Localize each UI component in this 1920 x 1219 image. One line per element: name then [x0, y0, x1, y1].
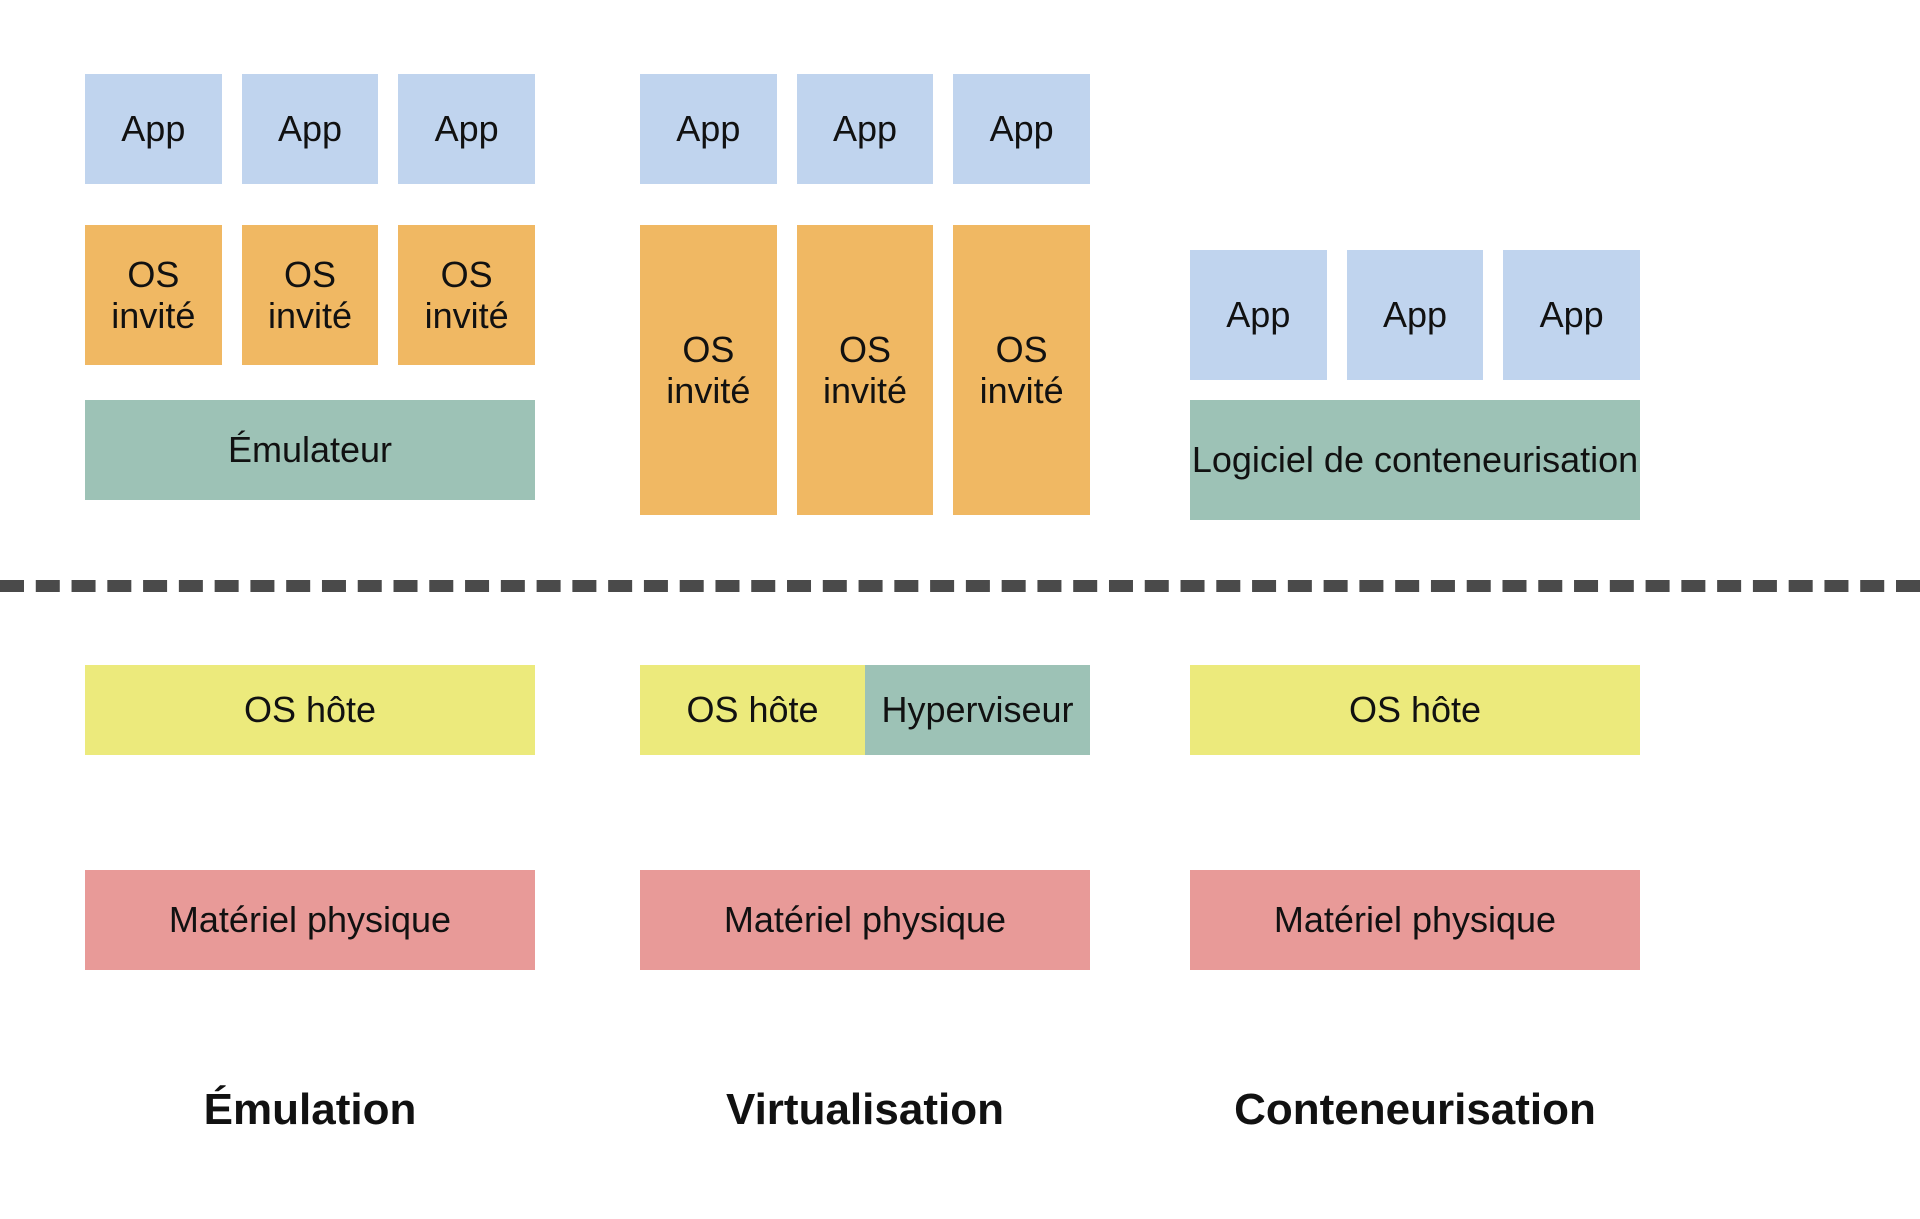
- virtualization-host-row: OS hôte Hyperviseur: [640, 665, 1090, 755]
- app-box: App: [1347, 250, 1484, 380]
- guest-os-box: OS invité: [640, 225, 777, 515]
- emulation-host-row: OS hôte: [85, 665, 535, 755]
- app-box: App: [1190, 250, 1327, 380]
- hypervisor-box: Hyperviseur: [865, 665, 1090, 755]
- app-box: App: [797, 74, 934, 184]
- guest-os-box: OS invité: [242, 225, 379, 365]
- virtualization-guest-row: OS invité OS invité OS invité: [640, 225, 1090, 515]
- emulator-row: Émulateur: [85, 400, 535, 500]
- virtualization-title: Virtualisation: [640, 1085, 1090, 1135]
- containerization-host-row: OS hôte: [1190, 665, 1640, 755]
- host-os-box: OS hôte: [1190, 665, 1640, 755]
- host-os-box: OS hôte: [85, 665, 535, 755]
- containerization-title: Conteneurisation: [1190, 1085, 1640, 1135]
- app-box: App: [640, 74, 777, 184]
- emulation-title: Émulation: [85, 1085, 535, 1135]
- hardware-box: Matériel physique: [1190, 870, 1640, 970]
- diagram-canvas: App App App OS invité OS invité OS invit…: [0, 0, 1920, 1219]
- containerization-hw-row: Matériel physique: [1190, 870, 1640, 970]
- emulation-apps-row: App App App: [85, 74, 535, 184]
- app-box: App: [398, 74, 535, 184]
- container-software-box: Logiciel de conteneurisation: [1190, 400, 1640, 520]
- guest-os-box: OS invité: [398, 225, 535, 365]
- guest-os-box: OS invité: [953, 225, 1090, 515]
- hardware-box: Matériel physique: [640, 870, 1090, 970]
- hardware-box: Matériel physique: [85, 870, 535, 970]
- containerization-apps-row: App App App: [1190, 250, 1640, 380]
- virtualization-apps-row: App App App: [640, 74, 1090, 184]
- app-box: App: [953, 74, 1090, 184]
- divider-dashed: [0, 580, 1920, 592]
- emulation-hw-row: Matériel physique: [85, 870, 535, 970]
- emulator-box: Émulateur: [85, 400, 535, 500]
- app-box: App: [242, 74, 379, 184]
- container-software-row: Logiciel de conteneurisation: [1190, 400, 1640, 520]
- guest-os-box: OS invité: [85, 225, 222, 365]
- virtualization-hw-row: Matériel physique: [640, 870, 1090, 970]
- app-box: App: [85, 74, 222, 184]
- app-box: App: [1503, 250, 1640, 380]
- host-os-box: OS hôte: [640, 665, 865, 755]
- guest-os-box: OS invité: [797, 225, 934, 515]
- emulation-guest-row: OS invité OS invité OS invité: [85, 225, 535, 365]
